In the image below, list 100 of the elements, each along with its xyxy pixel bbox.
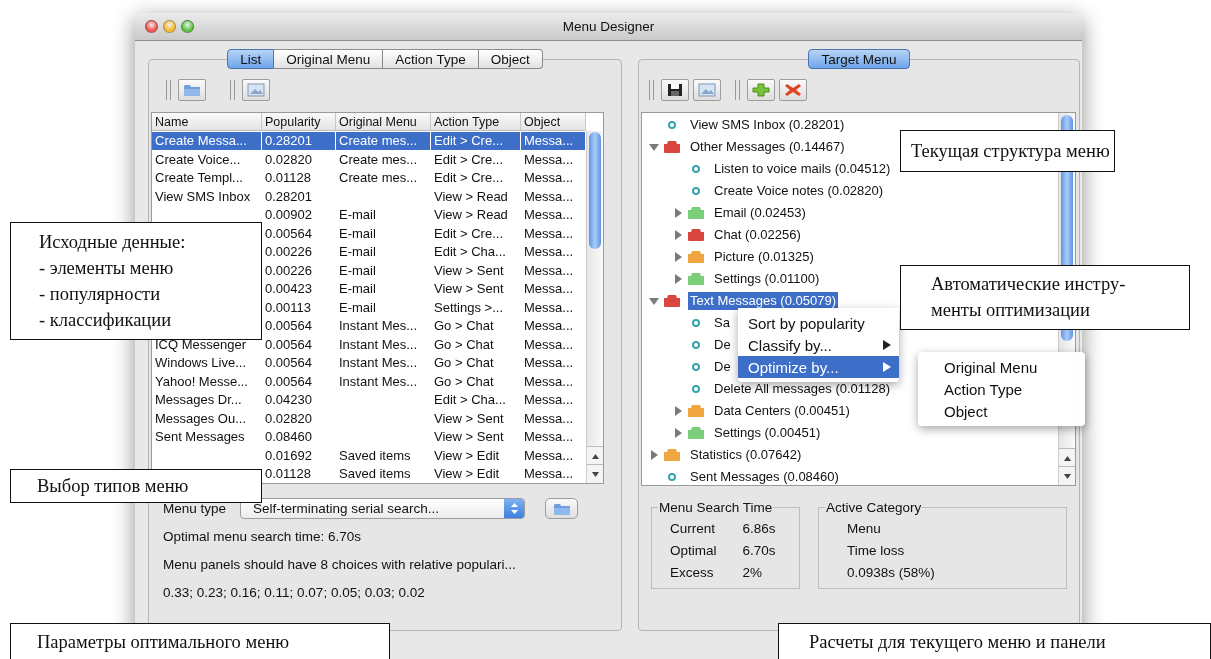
column-header[interactable]: Original Menu bbox=[336, 113, 431, 131]
annotation-callout: Расчеты для текущего меню и панели bbox=[778, 623, 1211, 659]
table-cell-text: 0.01128 bbox=[264, 169, 313, 187]
table-cell: 0.28201 bbox=[262, 131, 336, 150]
save-button[interactable] bbox=[661, 79, 689, 101]
column-header[interactable]: Object bbox=[521, 113, 586, 131]
table-cell-text: Create Templ... bbox=[154, 169, 244, 187]
stepper-arrows-icon bbox=[510, 503, 518, 514]
tree-item[interactable]: Delete All messages (0.01128) bbox=[712, 380, 893, 398]
window-title: Menu Designer bbox=[562, 19, 655, 34]
menu-item[interactable]: Optimize by... bbox=[738, 356, 899, 378]
menu-type-dropdown[interactable]: Self-terminating serial search... bbox=[240, 498, 526, 519]
tree-item[interactable]: Text Messages (0.05079) bbox=[688, 292, 838, 310]
table-cell-text: 0.08460 bbox=[264, 428, 313, 446]
tree-item[interactable]: Data Centers (0.00451) bbox=[712, 402, 852, 420]
table-cell-text: 0.00902 bbox=[264, 206, 313, 224]
stat-label: Optimal bbox=[670, 543, 717, 558]
delete-button[interactable] bbox=[779, 79, 807, 101]
close-button[interactable] bbox=[145, 20, 158, 33]
tree-item[interactable]: Listen to voice mails (0.04512) bbox=[712, 160, 893, 178]
open-button[interactable] bbox=[545, 498, 579, 519]
stat-label: Current bbox=[670, 521, 716, 536]
table-cell-text: E-mail bbox=[338, 261, 377, 280]
table-cell-text: 0.00226 bbox=[264, 243, 313, 261]
table-cell-text: 0.00226 bbox=[264, 261, 313, 280]
column-header[interactable]: Name bbox=[152, 113, 262, 131]
table-cell-text: Go > Chat bbox=[433, 317, 495, 335]
bullet-icon bbox=[668, 121, 676, 129]
expander-triangle-icon[interactable] bbox=[673, 230, 683, 240]
minimize-button[interactable] bbox=[163, 20, 176, 33]
column-header[interactable]: Popularity bbox=[262, 113, 336, 131]
expander-triangle-icon[interactable] bbox=[673, 208, 683, 218]
expander-triangle-icon[interactable] bbox=[649, 142, 659, 152]
tree-item[interactable]: Picture (0.01325) bbox=[712, 248, 816, 266]
tree-item[interactable]: Settings (0.01100) bbox=[712, 270, 822, 288]
tab[interactable]: Action Type bbox=[383, 49, 479, 69]
column-header[interactable]: Action Type bbox=[431, 113, 521, 131]
table-cell-text: 0.02820 bbox=[264, 409, 313, 428]
image-icon bbox=[247, 83, 265, 97]
plus-button[interactable] bbox=[747, 79, 775, 101]
tree-item[interactable]: Other Messages (0.14467) bbox=[688, 138, 847, 156]
tree-item[interactable]: Sa bbox=[712, 314, 732, 332]
bullet-icon bbox=[692, 319, 700, 327]
menu-item[interactable]: Object bbox=[934, 400, 1085, 422]
tree-item[interactable]: Settings (0.00451) bbox=[712, 424, 823, 442]
tree-item[interactable]: View SMS Inbox (0.28201) bbox=[688, 116, 847, 134]
tree-item[interactable]: De bbox=[712, 358, 733, 376]
submenu-arrow-icon bbox=[883, 340, 891, 350]
tab[interactable]: List bbox=[227, 49, 275, 69]
bullet-icon bbox=[692, 165, 700, 173]
tree-item[interactable]: Statistics (0.07642) bbox=[688, 446, 804, 464]
annotation-callout: Параметры оптимального меню bbox=[10, 623, 390, 659]
stat-text: 0.0938s (58%) bbox=[847, 565, 935, 580]
folder-button[interactable] bbox=[178, 79, 206, 101]
menu-item[interactable]: Sort by popularity bbox=[738, 312, 899, 334]
scroll-up-icon bbox=[591, 453, 599, 459]
table-cell-text: Messa... bbox=[523, 280, 575, 298]
table-cell-text: View > Read bbox=[433, 206, 509, 224]
tree-item[interactable]: Sent Messages (0.08460) bbox=[688, 468, 841, 486]
scroll-down-icon bbox=[591, 471, 599, 477]
table-cell-text: 0.00564 bbox=[264, 372, 313, 391]
table-cell-text: Go > Chat bbox=[433, 372, 495, 391]
zoom-button[interactable] bbox=[181, 20, 194, 33]
submenu-arrow-icon bbox=[883, 362, 891, 372]
menu-item[interactable]: Original Menu bbox=[934, 356, 1085, 378]
expander-triangle-icon[interactable] bbox=[673, 406, 683, 416]
table-cell-text: Messa... bbox=[523, 354, 575, 372]
table-cell: Edit > Cre... bbox=[431, 131, 521, 150]
table-cell-text: 0.00564 bbox=[264, 224, 313, 243]
tree-item[interactable]: Email (0.02453) bbox=[712, 204, 808, 222]
table-cell-text: Messa... bbox=[523, 335, 575, 354]
image-button[interactable] bbox=[242, 79, 270, 101]
table-cell-text: Messa... bbox=[523, 317, 575, 335]
annotation-callout: Выбор типов меню bbox=[10, 469, 262, 503]
table-cell-text: Instant Mes... bbox=[338, 354, 419, 372]
tab[interactable]: Original Menu bbox=[274, 49, 384, 69]
table-cell-text: Instant Mes... bbox=[338, 335, 419, 354]
tree-item[interactable]: De bbox=[712, 336, 733, 354]
scroll-thumb[interactable] bbox=[589, 132, 601, 249]
menu-item[interactable]: Classify by... bbox=[738, 334, 899, 356]
menu-item[interactable]: Action Type bbox=[934, 378, 1085, 400]
info-text: Optimal menu search time: 6.70s bbox=[163, 529, 363, 546]
table-cell: Create Messa... bbox=[152, 131, 262, 150]
table-cell-text: 0.28201 bbox=[264, 187, 313, 206]
table-cell-text: View > Sent bbox=[433, 280, 505, 298]
expander-triangle-icon[interactable] bbox=[673, 274, 683, 284]
table-cell-text: Messa... bbox=[523, 206, 575, 224]
table-cell-text: Edit > Cre... bbox=[433, 169, 504, 187]
expander-triangle-icon[interactable] bbox=[649, 296, 659, 306]
table-cell: Messa... bbox=[521, 131, 586, 150]
expander-triangle-icon[interactable] bbox=[673, 428, 683, 438]
tab[interactable]: Target Menu bbox=[808, 49, 910, 69]
table-cell-text: Go > Chat bbox=[433, 354, 495, 372]
expander-triangle-icon[interactable] bbox=[673, 252, 683, 262]
tree-item[interactable]: Chat (0.02256) bbox=[712, 226, 803, 244]
tree-item[interactable]: Create Voice notes (0.02820) bbox=[712, 182, 886, 200]
table-cell-text: 0.00423 bbox=[264, 280, 313, 298]
scrollbar[interactable] bbox=[586, 131, 603, 483]
tab[interactable]: Object bbox=[478, 49, 543, 69]
expander-triangle-icon[interactable] bbox=[649, 450, 659, 460]
